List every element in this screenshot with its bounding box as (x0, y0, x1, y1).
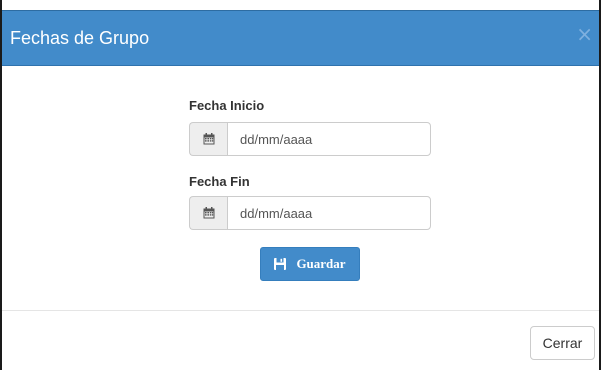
end-date-group: Fecha Fin (189, 174, 250, 189)
footer-divider (2, 310, 599, 311)
modal-dialog: Fechas de Grupo × Fecha Inicio dd/mm/aaa… (0, 0, 601, 370)
save-button[interactable]: Guardar (260, 247, 360, 281)
calendar-icon (189, 122, 227, 156)
floppy-disk-icon (274, 258, 287, 270)
end-date-input[interactable] (227, 196, 431, 230)
start-date-group: Fecha Inicio (189, 98, 264, 113)
start-date-input[interactable] (227, 122, 431, 156)
end-date-label: Fecha Fin (189, 174, 250, 189)
save-button-label: Guardar (296, 256, 346, 271)
start-date-input-wrapper (189, 122, 431, 156)
modal-header: Fechas de Grupo × (2, 10, 599, 66)
calendar-icon (189, 196, 227, 230)
end-date-input-wrapper (189, 196, 431, 230)
close-button[interactable]: Cerrar (530, 326, 595, 360)
modal-title: Fechas de Grupo (10, 28, 150, 48)
close-x-button[interactable]: × (576, 24, 593, 44)
start-date-label: Fecha Inicio (189, 98, 265, 113)
